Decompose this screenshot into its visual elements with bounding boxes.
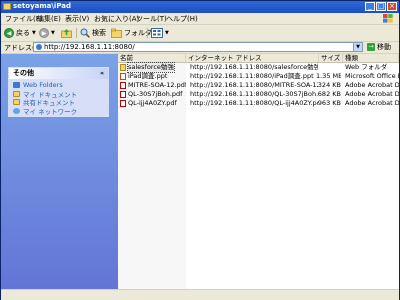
status-bar — [1, 289, 399, 300]
go-label: 移動 — [377, 43, 391, 51]
go-arrow-icon: → — [367, 43, 375, 51]
collapse-icon[interactable]: « — [100, 68, 104, 79]
folder-icon — [3, 3, 11, 10]
pdf-icon — [120, 100, 126, 107]
up-folder-icon — [61, 29, 72, 38]
views-button[interactable]: ▼ — [151, 27, 169, 39]
chevron-down-icon: ▼ — [32, 30, 36, 36]
forward-button[interactable]: ▶ ▼ — [39, 27, 55, 39]
file-size: 324 KB — [317, 81, 341, 89]
toolbar: ◀ 戻る ▼ ▶ ▼ 検索 フォルダ ▼ — [1, 25, 399, 42]
address-value: http://192.168.1.11:8080/ — [44, 43, 135, 51]
web-folders-icon — [13, 82, 20, 89]
file-address: http://192.168.1.11:8080/salesforce勉強 — [190, 63, 318, 71]
search-button[interactable]: 検索 — [80, 27, 106, 39]
minimize-button[interactable]: _ — [365, 2, 375, 11]
table-row[interactable]: MITRE-SOA-12.pdf http://192.168.1.11:808… — [118, 81, 399, 90]
search-label: 検索 — [92, 29, 106, 37]
address-dropdown-button[interactable]: ▼ — [353, 43, 362, 51]
other-places-list: Web Folders マイ ドキュメント 共有ドキュメント マイ ネットワーク — [9, 79, 108, 116]
file-address: http://192.168.1.11:8080/QL-30S7jBoh.pdf — [190, 90, 318, 98]
back-button[interactable]: ◀ 戻る ▼ — [4, 27, 36, 39]
back-label: 戻る — [16, 29, 30, 37]
go-button[interactable]: → 移動 — [367, 42, 391, 52]
folders-icon — [111, 28, 122, 38]
task-pane: その他 « Web Folders マイ ドキュメント 共有ドキュメント マイ … — [1, 54, 118, 289]
file-type: Adobe Acrobat Doc... — [345, 81, 399, 89]
toolbar-separator — [147, 28, 148, 38]
file-address: http://192.168.1.11:8080/iPad調査.ppt — [190, 72, 314, 80]
file-address: http://192.168.1.11:8080/QL-ijj4A0ZY.pdf — [190, 99, 318, 107]
file-name: QL-30S7jBoh.pdf — [128, 90, 183, 98]
column-header-name[interactable]: 名前 — [118, 54, 186, 62]
folders-button[interactable]: フォルダ — [111, 27, 152, 39]
folder-icon — [120, 64, 126, 71]
file-address: http://192.168.1.11:8080/MITRE-SOA-12.pd… — [190, 81, 318, 89]
toolbar-separator — [76, 28, 77, 38]
sidebar-item-my-network[interactable]: マイ ネットワーク — [13, 107, 104, 116]
file-size: 1.35 MB — [316, 72, 341, 80]
file-name: QL-ijj4A0ZY.pdf — [128, 99, 177, 107]
views-icon — [151, 28, 163, 38]
column-header: 名前 インターネット アドレス サイズ 種類 — [118, 54, 399, 63]
file-type: Microsoft Office Po... — [345, 72, 399, 80]
menu-edit[interactable]: 編集(E) — [37, 14, 61, 24]
other-places-header[interactable]: その他 « — [9, 68, 108, 79]
windows-logo-icon — [383, 14, 393, 23]
table-row[interactable]: QL-30S7jBoh.pdf http://192.168.1.11:8080… — [118, 90, 399, 99]
web-page-icon — [36, 44, 42, 50]
chevron-down-icon: ▼ — [51, 30, 55, 36]
file-type: Adobe Acrobat Doc... — [345, 99, 399, 107]
search-icon — [80, 28, 90, 38]
menu-favorites[interactable]: お気に入り(A) — [94, 14, 139, 24]
column-header-address[interactable]: インターネット アドレス — [186, 54, 319, 62]
sidebar-item-label: マイ ネットワーク — [23, 107, 78, 116]
table-row[interactable]: salesforce勉強 http://192.168.1.11:8080/sa… — [118, 62, 399, 73]
shared-documents-icon — [13, 99, 20, 106]
window-title: setoyama\iPad — [13, 2, 72, 10]
menu-bar: ファイル(F) 編集(E) 表示(V) お気に入り(A) ツール(T) ヘルプ(… — [1, 13, 399, 25]
file-list: 名前 インターネット アドレス サイズ 種類 salesforce勉強 http… — [118, 54, 399, 289]
file-type: Adobe Acrobat Doc... — [345, 90, 399, 98]
menu-view[interactable]: 表示(V) — [65, 14, 89, 24]
table-row[interactable]: QL-ijj4A0ZY.pdf http://192.168.1.11:8080… — [118, 99, 399, 108]
title-bar[interactable]: setoyama\iPad _ □ × — [1, 1, 399, 13]
forward-arrow-icon: ▶ — [39, 28, 49, 38]
file-name: iPad調査.ppt — [128, 72, 168, 80]
chevron-down-icon: ▼ — [165, 30, 169, 36]
address-input[interactable]: http://192.168.1.11:8080/ ▼ — [33, 42, 363, 52]
back-arrow-icon: ◀ — [4, 28, 14, 38]
menu-help[interactable]: ヘルプ(H) — [166, 14, 198, 24]
menu-tools[interactable]: ツール(T) — [136, 14, 167, 24]
maximize-button[interactable]: □ — [376, 2, 386, 11]
up-folder-button[interactable] — [61, 27, 72, 39]
ppt-icon — [120, 73, 126, 80]
my-network-icon — [13, 107, 20, 114]
file-size: 682 KB — [317, 90, 341, 98]
file-name: salesforce勉強 — [127, 62, 175, 73]
address-bar: アドレス(D) http://192.168.1.11:8080/ ▼ → 移動 — [1, 42, 399, 54]
explorer-window: setoyama\iPad _ □ × ファイル(F) 編集(E) 表示(V) … — [0, 0, 400, 300]
table-row[interactable]: iPad調査.ppt http://192.168.1.11:8080/iPad… — [118, 72, 399, 81]
column-header-type[interactable]: 種類 — [343, 54, 399, 62]
close-button[interactable]: × — [387, 2, 397, 11]
pdf-icon — [120, 82, 126, 89]
pdf-icon — [120, 91, 126, 98]
other-places-title: その他 — [13, 69, 34, 77]
file-size: 963 KB — [317, 99, 341, 107]
file-name: MITRE-SOA-12.pdf — [128, 81, 186, 89]
my-documents-icon — [13, 90, 20, 97]
file-type: Web フォルダ — [345, 63, 388, 71]
other-places-panel: その他 « Web Folders マイ ドキュメント 共有ドキュメント マイ … — [8, 67, 109, 117]
column-header-size[interactable]: サイズ — [319, 54, 343, 62]
